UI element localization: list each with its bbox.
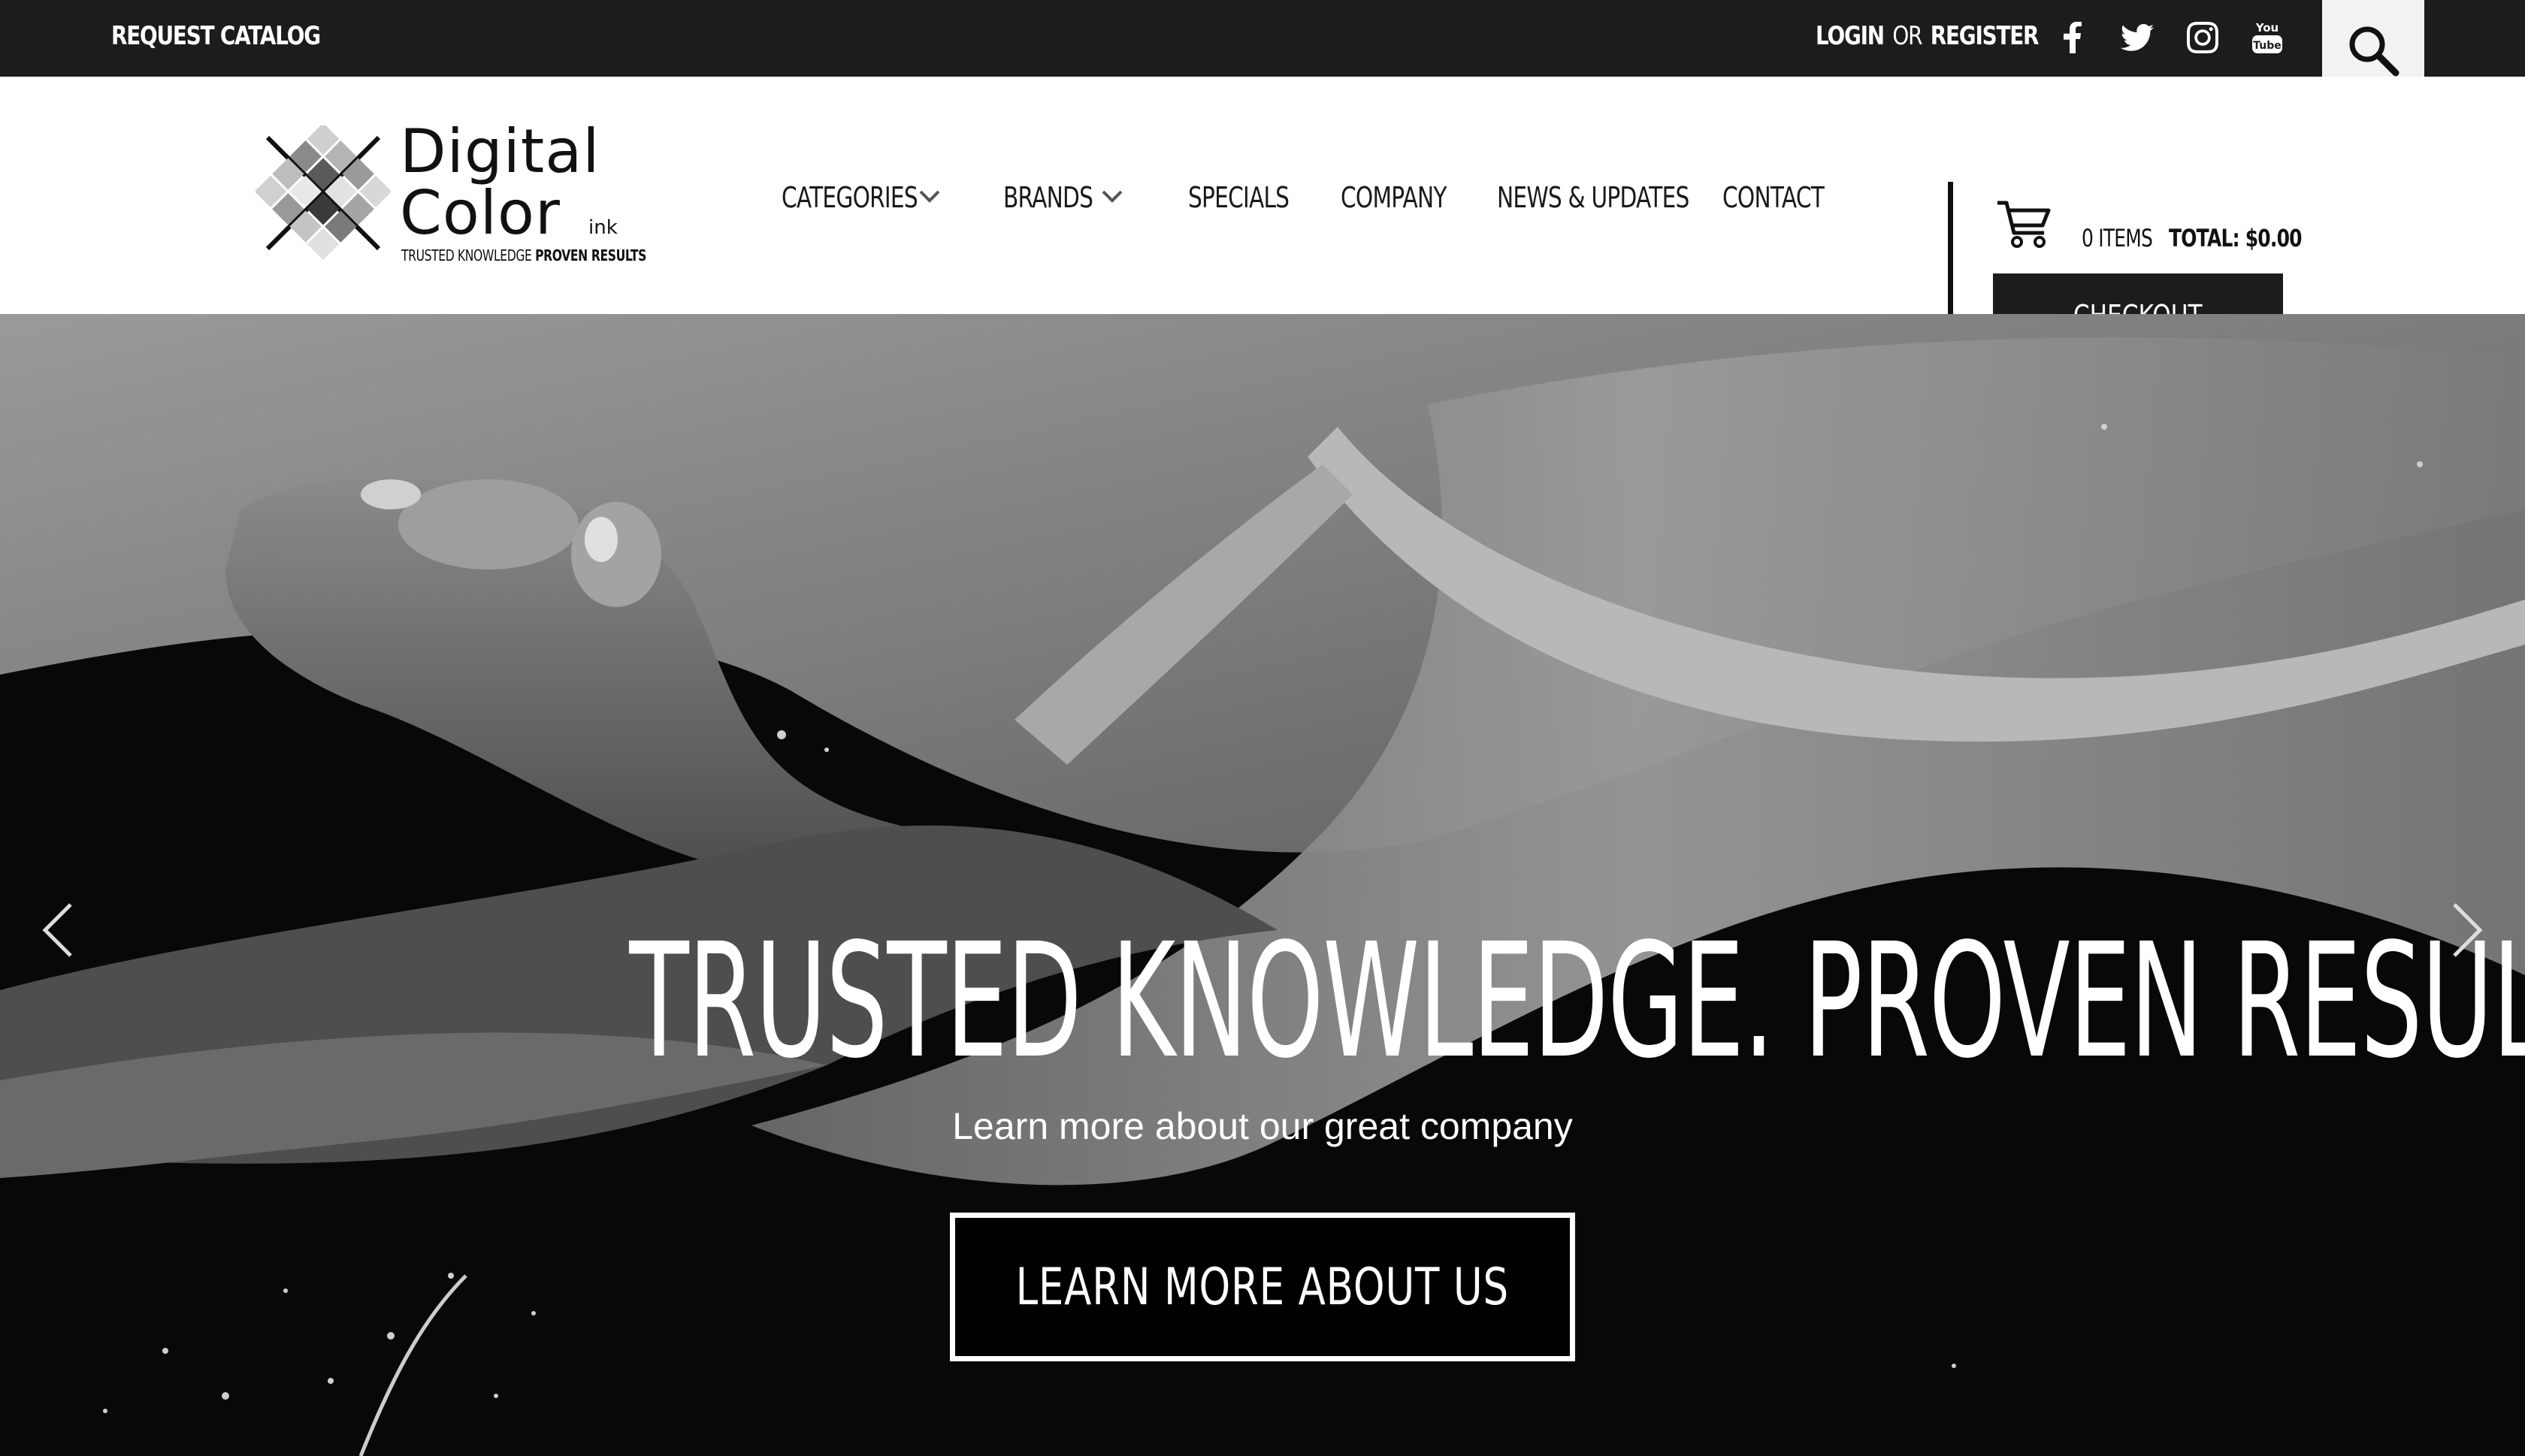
site-header: Digital Color ink TRUSTED KNOWLEDGE PROV…	[0, 77, 2525, 364]
facebook-icon[interactable]	[2059, 20, 2086, 56]
hero-banner: TRUSTED KNOWLEDGE. PROVEN RESULTS. Learn…	[0, 314, 2525, 1456]
top-bar: REQUEST CATALOG LOGIN OR REGISTER You Tube	[0, 0, 2525, 101]
nav-label: BRANDS	[1003, 181, 1093, 214]
hero-title: TRUSTED KNOWLEDGE. PROVEN RESULTS.	[0, 923, 2525, 1080]
hero-title-text: TRUSTED KNOWLEDGE. PROVEN RESULTS.	[629, 909, 2525, 1093]
nav-label: CONTACT	[1722, 181, 1825, 214]
chevron-down-icon	[919, 190, 940, 203]
logo-line2: Color	[400, 178, 561, 248]
cart-icon[interactable]	[1996, 198, 2052, 249]
nav-item-brands[interactable]: BRANDS	[1003, 179, 1123, 216]
login-link[interactable]: LOGIN	[1816, 21, 1885, 51]
tagline-a: TRUSTED KNOWLEDGE	[401, 246, 532, 264]
nav-item-categories[interactable]: CATEGORIES	[782, 179, 956, 216]
logo-mark	[256, 125, 391, 261]
chevron-down-icon	[1102, 190, 1123, 203]
instagram-icon[interactable]	[2185, 20, 2220, 56]
nav-label: SPECIALS	[1188, 181, 1290, 214]
or-label: OR	[1892, 21, 1922, 51]
request-catalog-link[interactable]: REQUEST CATALOG	[111, 21, 321, 51]
youtube-icon[interactable]: You Tube	[2250, 20, 2285, 56]
svg-text:Tube: Tube	[2253, 40, 2282, 52]
tagline-b: PROVEN RESULTS	[535, 246, 646, 264]
search-icon	[2349, 26, 2400, 77]
cart-items-count: 0 ITEMS	[2082, 224, 2153, 252]
twitter-icon[interactable]	[2119, 20, 2155, 56]
nav-item-news-updates[interactable]: NEWS & UPDATES	[1497, 179, 1743, 216]
svg-text:You: You	[2255, 21, 2279, 35]
register-link[interactable]: REGISTER	[1931, 21, 2040, 51]
nav-item-specials[interactable]: SPECIALS	[1188, 179, 1317, 216]
learn-more-button[interactable]: LEARN MORE ABOUT US	[950, 1213, 1575, 1361]
logo-line1: Digital	[400, 116, 600, 186]
logo[interactable]: Digital Color ink TRUSTED KNOWLEDGE PROV…	[256, 116, 646, 272]
nav-item-company[interactable]: COMPANY	[1341, 179, 1476, 216]
cart-summary[interactable]: 0 ITEMS TOTAL: $0.00	[2082, 224, 2303, 252]
logo-ink: ink	[588, 216, 618, 239]
nav-label: COMPANY	[1341, 181, 1447, 214]
nav-label: CATEGORIES	[782, 181, 918, 214]
nav-item-contact[interactable]: CONTACT	[1722, 179, 1852, 216]
cart-total: TOTAL: $0.00	[2168, 224, 2303, 252]
nav-label: NEWS & UPDATES	[1497, 181, 1689, 214]
learn-more-label: LEARN MORE ABOUT US	[1015, 1257, 1510, 1317]
auth-links: LOGIN OR REGISTER	[1816, 21, 2040, 51]
hero-subtitle: Learn more about our great company	[952, 1105, 1573, 1147]
logo-tagline: TRUSTED KNOWLEDGE PROVEN RESULTS	[401, 246, 646, 264]
